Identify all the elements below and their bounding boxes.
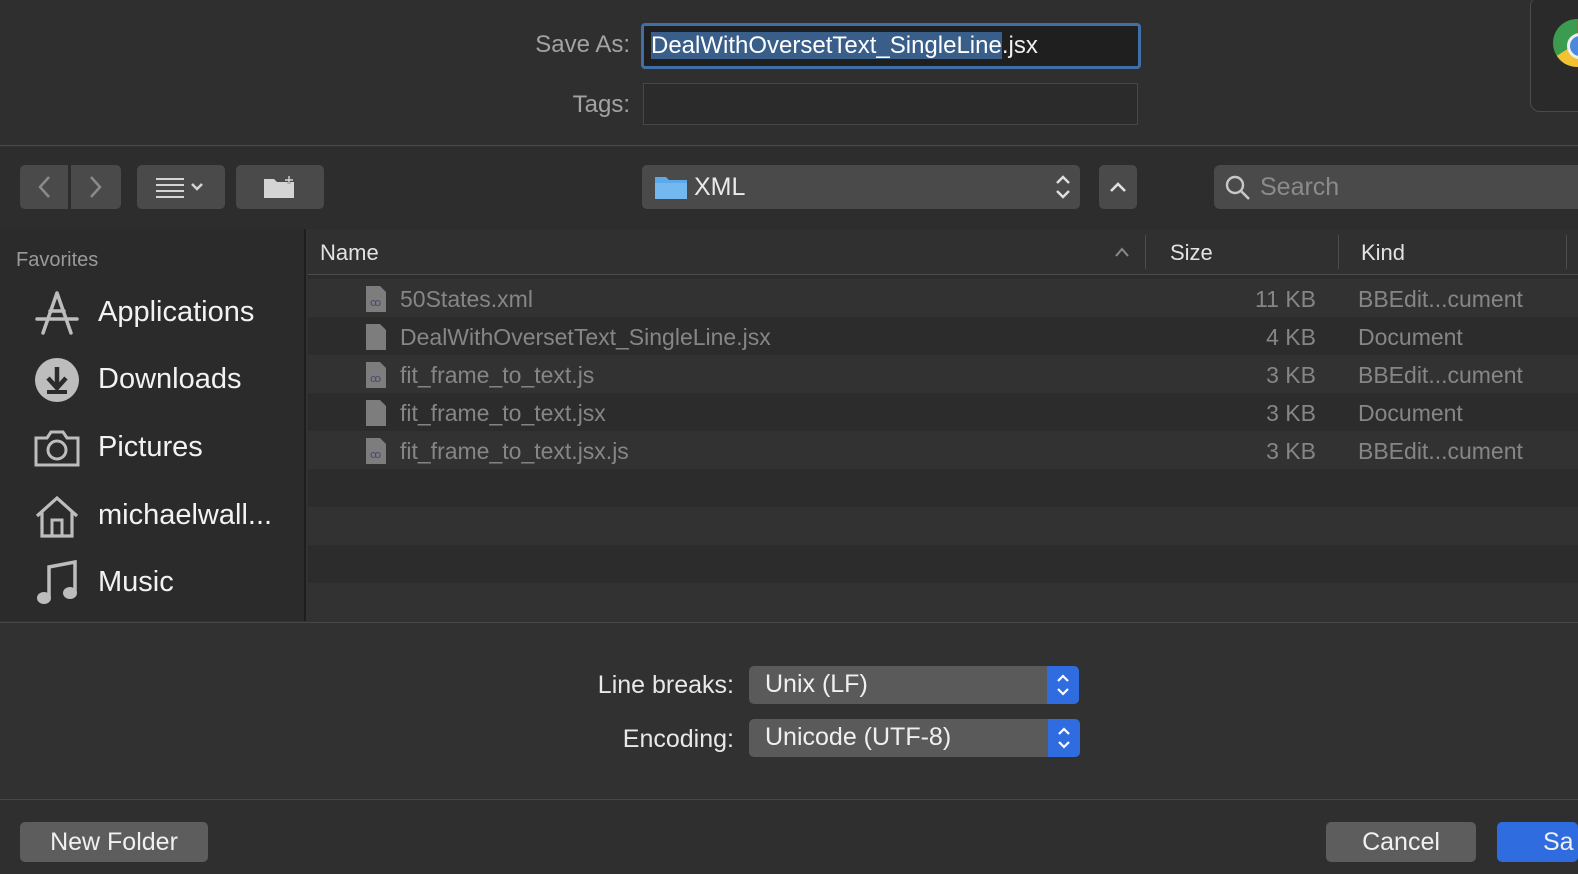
- up-down-arrows-icon: [1056, 175, 1070, 199]
- sidebar-item-label: Applications: [98, 296, 255, 328]
- file-size: 3 KB: [1266, 362, 1316, 388]
- sort-ascending-icon: [1115, 247, 1129, 257]
- app-window-peek: [1530, 0, 1578, 112]
- sidebar-item-label: Pictures: [98, 431, 203, 463]
- column-header-kind[interactable]: Kind: [1361, 240, 1405, 266]
- file-row[interactable]: ꝏ fit_frame_to_text.jsx.js 3 KB BBEdit..…: [308, 431, 1578, 469]
- save-as-label: Save As:: [535, 31, 630, 58]
- file-list-header: Name Size Kind: [308, 229, 1578, 275]
- sidebar-item-music[interactable]: Music: [0, 554, 306, 610]
- generic-document-icon: [366, 324, 386, 350]
- file-row[interactable]: ꝏ fit_frame_to_text.js 3 KB BBEdit...cum…: [308, 355, 1578, 393]
- favorites-heading: Favorites: [16, 249, 99, 271]
- cancel-button[interactable]: Cancel: [1326, 822, 1476, 862]
- generic-document-icon: [366, 400, 386, 426]
- empty-row: [308, 507, 1578, 545]
- file-kind: BBEdit...cument: [1358, 362, 1523, 388]
- file-kind: Document: [1358, 324, 1463, 350]
- filename-extension: .jsx: [1001, 32, 1038, 59]
- sidebar: Favorites Applications Downloads Picture…: [0, 229, 306, 621]
- forward-button[interactable]: [71, 165, 121, 209]
- chevron-left-icon: [38, 176, 50, 198]
- save-header: Save As: DealWithOversetText_SingleLine.…: [0, 0, 1578, 146]
- search-icon: [1225, 175, 1250, 200]
- sidebar-item-applications[interactable]: Applications: [0, 284, 306, 340]
- svg-text:ꝏ: ꝏ: [370, 448, 381, 461]
- file-name: fit_frame_to_text.js: [400, 362, 595, 388]
- column-divider[interactable]: [1566, 235, 1567, 269]
- file-row[interactable]: ꝏ 50States.xml 11 KB BBEdit...cument: [308, 279, 1578, 317]
- chrome-logo-icon: [1553, 19, 1578, 67]
- file-name: 50States.xml: [400, 286, 533, 312]
- up-down-arrows-icon: [1048, 719, 1080, 757]
- applications-icon: [32, 288, 82, 338]
- up-down-arrows-icon: [1047, 666, 1079, 704]
- line-breaks-label: Line breaks:: [597, 671, 734, 699]
- chevron-right-icon: [90, 176, 102, 198]
- search-placeholder: Search: [1260, 173, 1340, 201]
- search-field[interactable]: Search: [1214, 165, 1578, 209]
- empty-row: [308, 545, 1578, 583]
- file-size: 4 KB: [1266, 324, 1316, 350]
- chevron-up-icon: [1110, 182, 1126, 192]
- navigation-toolbar: XML Search: [0, 147, 1578, 229]
- save-options-panel: Line breaks: Unix (LF) Encoding: Unicode…: [0, 622, 1578, 800]
- dialog-button-bar: New Folder Cancel Sa: [0, 800, 1578, 874]
- back-button[interactable]: [20, 165, 68, 209]
- file-row[interactable]: fit_frame_to_text.jsx 3 KB Document: [308, 393, 1578, 431]
- file-size: 11 KB: [1255, 286, 1316, 312]
- bbedit-document-icon: ꝏ: [366, 362, 386, 388]
- music-note-icon: [32, 558, 82, 608]
- new-folder-toolbar-button[interactable]: [236, 165, 324, 209]
- list-view-icon: [156, 178, 203, 198]
- encoding-popup[interactable]: Unicode (UTF-8): [749, 719, 1080, 757]
- file-size: 3 KB: [1266, 438, 1316, 464]
- column-divider[interactable]: [1145, 235, 1146, 269]
- sidebar-item-label: Downloads: [98, 363, 242, 395]
- column-header-name[interactable]: Name: [320, 240, 379, 266]
- tags-label: Tags:: [572, 91, 630, 118]
- tags-input[interactable]: [643, 83, 1138, 125]
- file-list: Name Size Kind ꝏ 50States.xml 11 KB BBEd…: [308, 229, 1578, 621]
- new-folder-icon: [264, 176, 294, 198]
- file-kind: BBEdit...cument: [1358, 438, 1523, 464]
- file-kind: BBEdit...cument: [1358, 286, 1523, 312]
- svg-text:ꝏ: ꝏ: [370, 372, 381, 385]
- location-popup[interactable]: XML: [642, 165, 1080, 209]
- home-icon: [32, 491, 82, 541]
- file-name: fit_frame_to_text.jsx.js: [400, 438, 629, 464]
- downloads-icon: [32, 355, 82, 405]
- line-breaks-popup[interactable]: Unix (LF): [749, 666, 1079, 704]
- file-name: fit_frame_to_text.jsx: [400, 400, 606, 426]
- sidebar-item-label: Music: [98, 566, 174, 598]
- bbedit-document-icon: ꝏ: [366, 438, 386, 464]
- save-as-input[interactable]: DealWithOversetText_SingleLine.jsx: [641, 23, 1141, 69]
- file-size: 3 KB: [1266, 400, 1316, 426]
- column-header-size[interactable]: Size: [1170, 240, 1213, 266]
- sidebar-item-pictures[interactable]: Pictures: [0, 419, 306, 475]
- folder-icon: [655, 177, 687, 199]
- filename-selection: DealWithOversetText_SingleLine: [651, 32, 1002, 59]
- new-folder-button[interactable]: New Folder: [20, 822, 208, 862]
- sidebar-item-label: michaelwall...: [98, 499, 273, 531]
- empty-row: [308, 583, 1578, 621]
- sidebar-item-home[interactable]: michaelwall...: [0, 487, 306, 543]
- column-divider[interactable]: [1338, 235, 1339, 269]
- file-kind: Document: [1358, 400, 1463, 426]
- location-label: XML: [694, 173, 746, 201]
- encoding-value: Unicode (UTF-8): [765, 723, 952, 751]
- file-name: DealWithOversetText_SingleLine.jsx: [400, 324, 771, 350]
- file-row[interactable]: DealWithOversetText_SingleLine.jsx 4 KB …: [308, 317, 1578, 355]
- view-options-button[interactable]: [137, 165, 225, 209]
- encoding-label: Encoding:: [622, 725, 734, 753]
- collapse-browser-button[interactable]: [1099, 165, 1137, 209]
- empty-row: [308, 469, 1578, 507]
- save-button[interactable]: Sa: [1497, 822, 1578, 862]
- line-breaks-value: Unix (LF): [765, 670, 868, 698]
- bbedit-document-icon: ꝏ: [366, 286, 386, 312]
- camera-icon: [32, 423, 82, 473]
- sidebar-item-downloads[interactable]: Downloads: [0, 351, 306, 407]
- svg-text:ꝏ: ꝏ: [370, 296, 381, 309]
